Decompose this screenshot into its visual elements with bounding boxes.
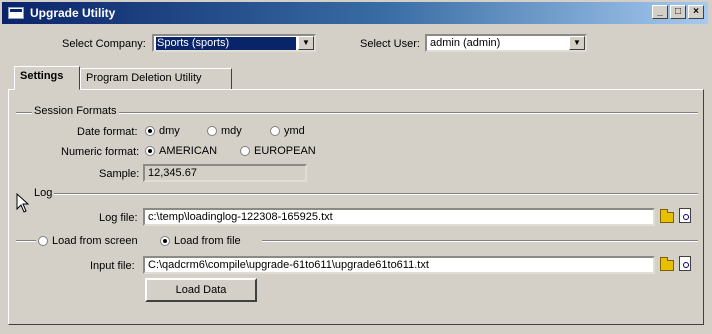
log-divider — [40, 193, 698, 195]
date-option-label: mdy — [221, 125, 242, 137]
radio-selected-icon[interactable] — [145, 146, 155, 156]
load-screen-label: Load from screen — [52, 235, 138, 247]
load-file-label: Load from file — [174, 235, 241, 247]
numeric-option-label: EUROPEAN — [254, 145, 316, 157]
load-data-button[interactable]: Load Data — [145, 278, 257, 302]
mouse-pointer-icon — [16, 193, 30, 213]
title-bar[interactable]: Upgrade Utility _ □ × — [2, 2, 708, 24]
view-file-icon[interactable] — [679, 208, 691, 223]
date-option-label: ymd — [284, 125, 305, 137]
radio-unselected-icon[interactable] — [270, 126, 280, 136]
load-from-file-option[interactable]: Load from file — [160, 235, 241, 247]
folder-open-icon[interactable] — [660, 257, 674, 271]
log-heading: Log — [32, 187, 55, 199]
company-select[interactable]: Sports (sports) ▼ — [152, 34, 316, 52]
minimize-button[interactable]: _ — [652, 5, 668, 19]
close-button[interactable]: × — [688, 5, 704, 19]
load-divider-right — [262, 240, 698, 242]
load-divider-left — [16, 240, 36, 242]
date-format-option-mdy[interactable]: mdy — [207, 125, 242, 137]
date-format-option-ymd[interactable]: ymd — [270, 125, 305, 137]
maximize-button[interactable]: □ — [670, 5, 686, 19]
radio-selected-icon[interactable] — [145, 126, 155, 136]
numeric-option-label: AMERICAN — [159, 145, 218, 157]
numeric-format-option-european[interactable]: EUROPEAN — [240, 145, 316, 157]
numeric-format-option-american[interactable]: AMERICAN — [145, 145, 217, 157]
tab-settings[interactable]: Settings — [14, 66, 80, 90]
input-file-label: Input file: — [90, 260, 135, 272]
folder-open-icon[interactable] — [660, 209, 674, 223]
user-select[interactable]: admin (admin) ▼ — [425, 34, 587, 52]
radio-selected-icon[interactable] — [160, 236, 170, 246]
app-window-icon — [8, 7, 24, 19]
date-format-option-dmy[interactable]: dmy — [145, 125, 180, 137]
radio-unselected-icon[interactable] — [240, 146, 250, 156]
window-title: Upgrade Utility — [30, 6, 116, 20]
log-file-input[interactable]: c:\temp\loadinglog-122308-165925.txt — [143, 208, 655, 226]
numeric-format-label: Numeric format: — [61, 146, 140, 158]
radio-unselected-icon[interactable] — [38, 236, 48, 246]
chevron-down-icon[interactable]: ▼ — [298, 36, 314, 50]
log-file-label: Log file: — [99, 212, 138, 224]
sample-label: Sample: — [99, 168, 140, 180]
company-label: Select Company: — [62, 38, 146, 50]
date-format-label: Date format: — [77, 126, 138, 138]
load-from-screen-option[interactable]: Load from screen — [38, 235, 138, 247]
tab-program-deletion-utility[interactable]: Program Deletion Utility — [80, 68, 232, 90]
sample-value-field: 12,345.67 — [143, 164, 307, 182]
settings-panel — [8, 89, 704, 325]
view-file-icon[interactable] — [679, 256, 691, 271]
input-file-input[interactable]: C:\qadcrm6\compile\upgrade-61to611\upgra… — [143, 256, 655, 274]
chevron-down-icon[interactable]: ▼ — [569, 36, 585, 50]
window-controls: _ □ × — [652, 5, 704, 19]
company-select-value: Sports (sports) — [156, 37, 296, 50]
radio-unselected-icon[interactable] — [207, 126, 217, 136]
session-formats-heading: Session Formats — [32, 105, 119, 117]
date-option-label: dmy — [159, 125, 180, 137]
user-select-value: admin (admin) — [430, 37, 501, 49]
upgrade-utility-window: Upgrade Utility _ □ × Select Company: Sp… — [0, 0, 712, 334]
user-label: Select User: — [360, 38, 420, 50]
